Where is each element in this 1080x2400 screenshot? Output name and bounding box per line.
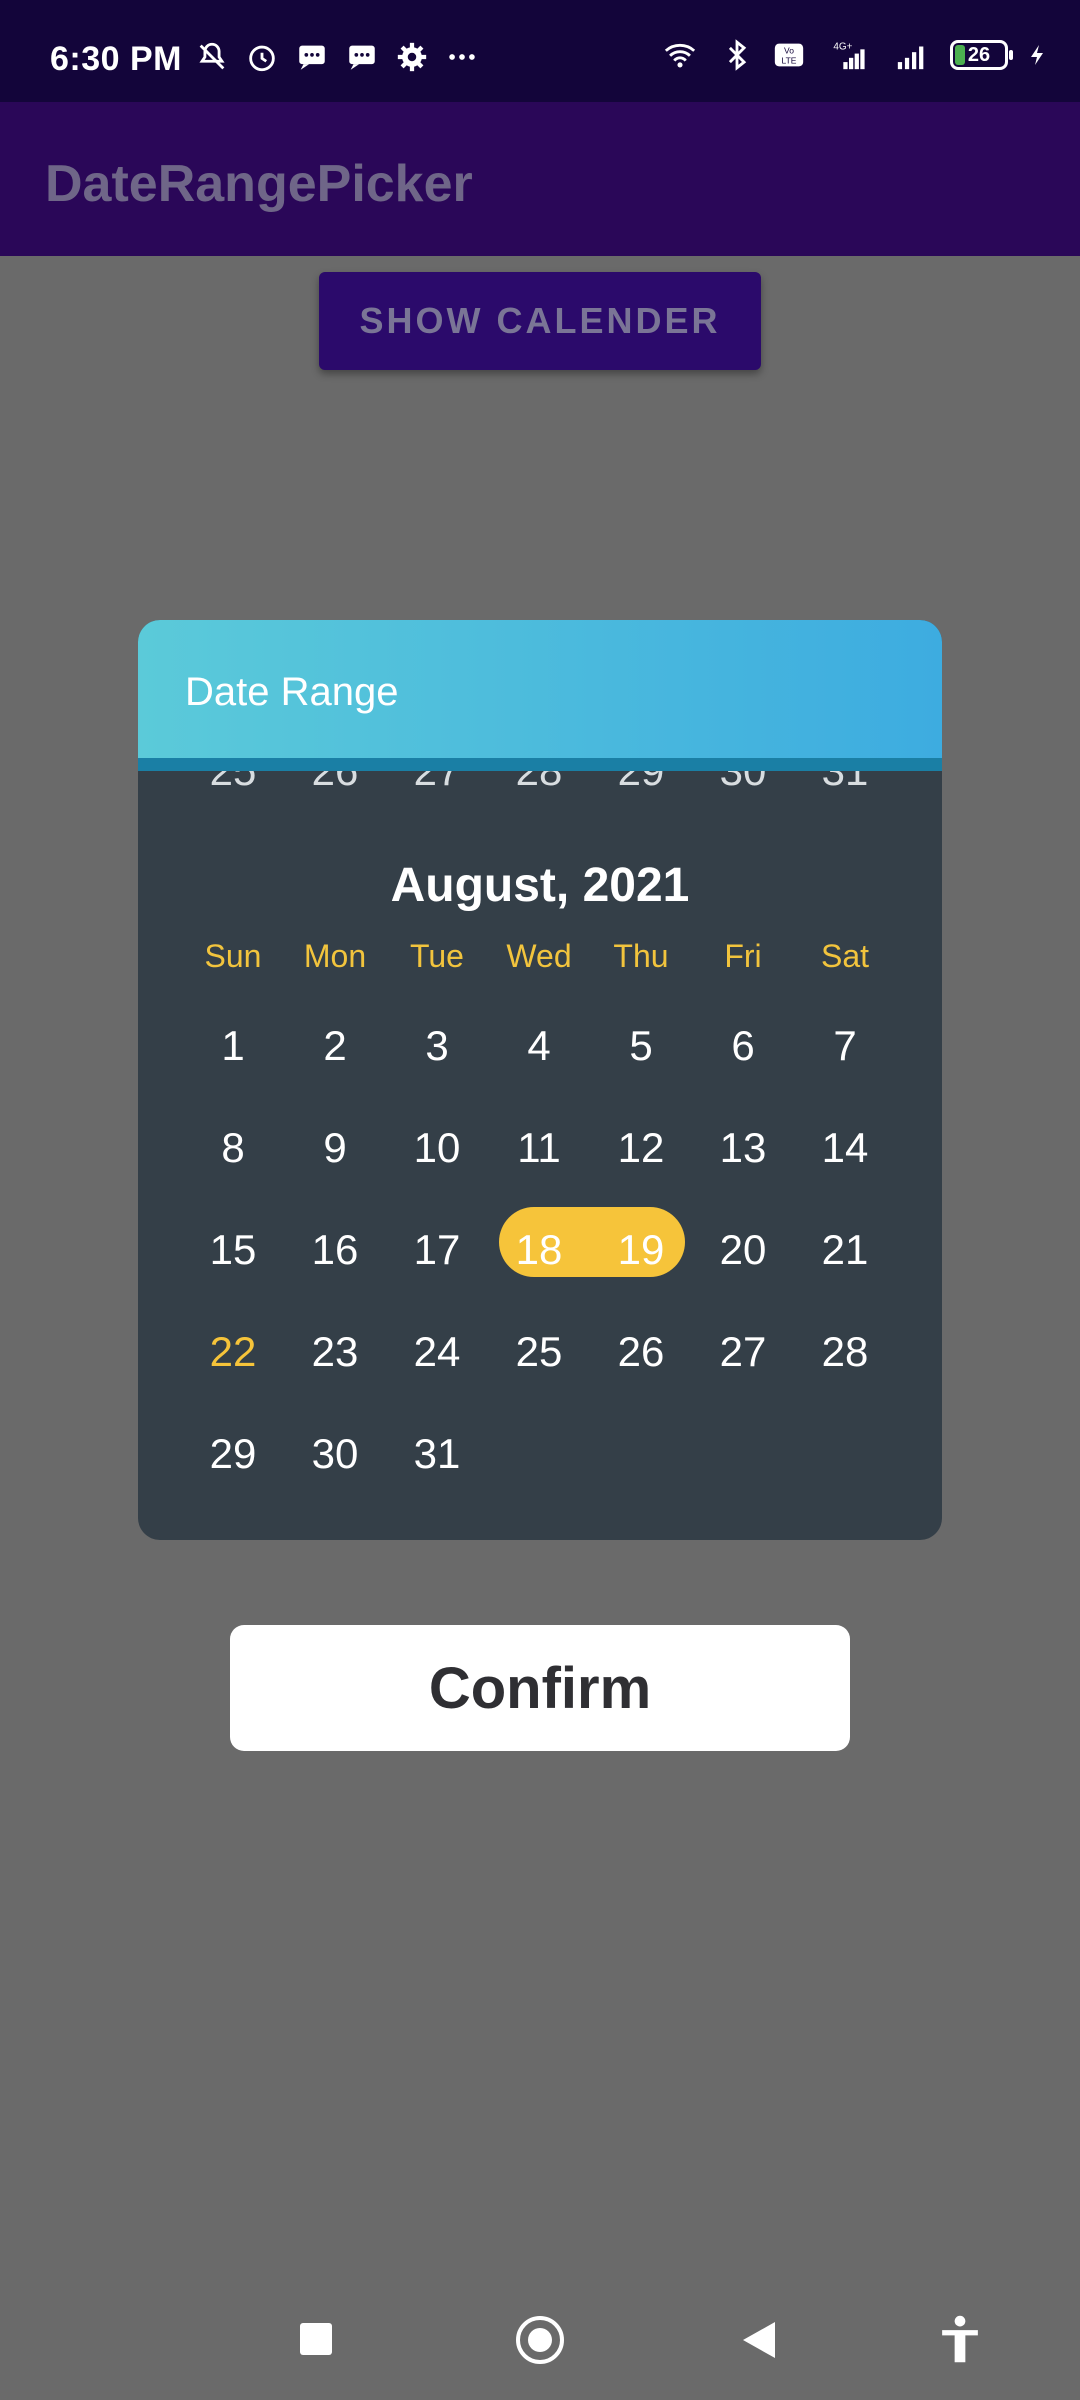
wifi-icon	[664, 43, 696, 68]
calendar-day[interactable]: 15	[182, 1216, 284, 1284]
back-button[interactable]	[743, 2322, 775, 2358]
date-range-dialog: Date Range 25 26 27 28 29 30 31 August, …	[138, 620, 942, 1540]
prev-day[interactable]: 30	[692, 771, 794, 787]
calendar-day[interactable]: 25	[488, 1318, 590, 1386]
svg-text:LTE: LTE	[782, 56, 797, 66]
weekday-label: Sat	[820, 938, 870, 974]
calendar-day[interactable]: 26	[590, 1318, 692, 1386]
calendar-day[interactable]: 8	[182, 1114, 284, 1182]
calendar-day[interactable]: 1	[182, 1012, 284, 1080]
calendar-day[interactable]: 3	[386, 1012, 488, 1080]
more-icon	[449, 54, 475, 60]
previous-month-row: 25 26 27 28 29 30 31	[138, 771, 942, 787]
day-grid: 1 2 3 4 5 6 7 8 9 10 11 12 13 14 15 16 17 18 19 20 21 22 23 24 2…	[182, 1012, 896, 1522]
system-icons: Vo LTE 4G+ 26	[658, 38, 1050, 72]
prev-day[interactable]: 27	[386, 771, 488, 787]
confirm-button[interactable]: Confirm	[230, 1625, 850, 1751]
header-divider	[138, 758, 942, 771]
weekday-header: Sun Mon Tue Wed Thu Fri Sat	[182, 938, 896, 978]
svg-text:Vo: Vo	[784, 46, 794, 56]
svg-text:4G+: 4G+	[833, 41, 852, 52]
calendar-day[interactable]: 19	[590, 1216, 692, 1284]
signal-icon	[897, 46, 924, 70]
calendar-day[interactable]: 30	[284, 1420, 386, 1488]
prev-day[interactable]: 29	[590, 771, 692, 787]
calendar-day[interactable]: 10	[386, 1114, 488, 1182]
recents-button[interactable]	[300, 2323, 332, 2355]
calendar-day[interactable]: 13	[692, 1114, 794, 1182]
calendar-day[interactable]: 21	[794, 1216, 896, 1284]
message-icon	[299, 45, 325, 70]
weekday-label: Mon	[303, 938, 367, 974]
calendar-day[interactable]: 18	[488, 1216, 590, 1284]
calendar-day[interactable]: 29	[182, 1420, 284, 1488]
calendar-day[interactable]: 27	[692, 1318, 794, 1386]
home-button[interactable]	[516, 2316, 564, 2364]
prev-day[interactable]: 31	[794, 771, 896, 787]
weekday-label: Tue	[410, 938, 464, 974]
settings-icon	[397, 42, 427, 72]
calendar-day[interactable]: 20	[692, 1216, 794, 1284]
mute-icon	[199, 42, 225, 70]
status-time: 6:30 PM	[50, 40, 182, 78]
weekday-label: Wed	[506, 938, 572, 974]
dialog-title: Date Range	[185, 670, 399, 714]
notification-icons	[195, 40, 479, 74]
status-bar: 6:30 PM Vo LTE 4G+ 26	[0, 0, 1080, 102]
weekday-label: Thu	[613, 938, 669, 974]
calendar-day[interactable]: 14	[794, 1114, 896, 1182]
calendar-day[interactable]: 16	[284, 1216, 386, 1284]
calendar-day[interactable]: 17	[386, 1216, 488, 1284]
calendar-day[interactable]: 11	[488, 1114, 590, 1182]
calendar-day[interactable]: 31	[386, 1420, 488, 1488]
calendar-day[interactable]: 2	[284, 1012, 386, 1080]
weekday-label: Fri	[724, 938, 762, 974]
weekday-label: Sun	[204, 938, 262, 974]
battery-icon: 26	[950, 40, 1013, 70]
calendar-day[interactable]: 7	[794, 1012, 896, 1080]
calendar-day[interactable]: 4	[488, 1012, 590, 1080]
volte-icon: VoLTE	[774, 43, 804, 67]
prev-day[interactable]: 26	[284, 771, 386, 787]
calendar-day[interactable]: 5	[590, 1012, 692, 1080]
show-calendar-button[interactable]: SHOW CALENDER	[319, 272, 761, 370]
calendar-day[interactable]: 22	[182, 1318, 284, 1386]
app-title: DateRangePicker	[45, 155, 473, 213]
signal-4g-icon: 4G+	[833, 41, 865, 70]
calendar-day[interactable]: 28	[794, 1318, 896, 1386]
calendar-day[interactable]: 9	[284, 1114, 386, 1182]
dialog-header: Date Range	[138, 620, 942, 758]
calendar-day[interactable]: 23	[284, 1318, 386, 1386]
prev-day[interactable]: 25	[182, 771, 284, 787]
accessibility-icon[interactable]	[938, 2314, 982, 2364]
bluetooth-icon	[728, 39, 747, 71]
calendar-day[interactable]: 6	[692, 1012, 794, 1080]
calendar-day[interactable]: 12	[590, 1114, 692, 1182]
calendar-day[interactable]: 24	[386, 1318, 488, 1386]
prev-day[interactable]: 28	[488, 771, 590, 787]
battery-level: 26	[967, 43, 991, 66]
alarm-icon	[249, 45, 275, 72]
month-title: August, 2021	[390, 859, 690, 912]
charging-icon	[1031, 45, 1043, 65]
app-bar: DateRangePicker	[0, 102, 1080, 256]
message-icon	[349, 45, 375, 70]
navigation-bar	[0, 2280, 1080, 2400]
